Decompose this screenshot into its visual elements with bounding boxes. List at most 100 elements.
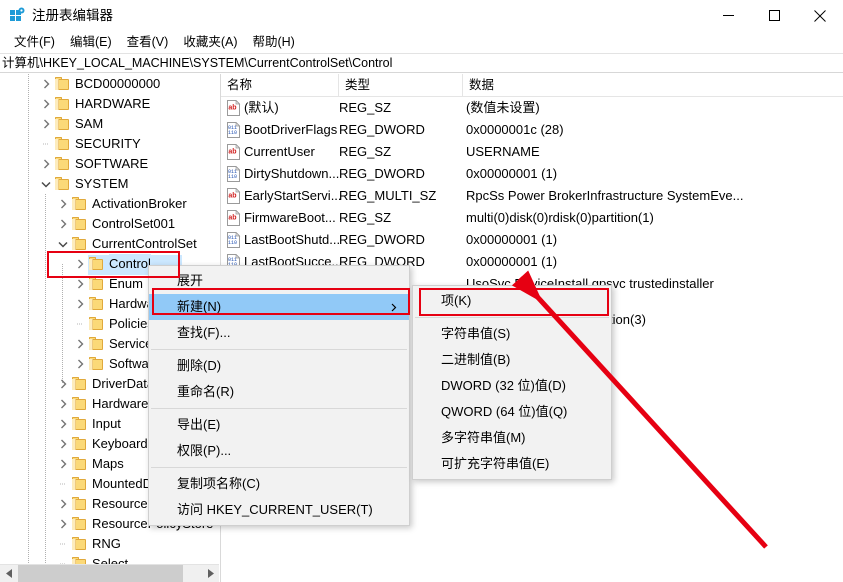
scroll-left-arrow-icon[interactable] <box>0 565 17 582</box>
cell-data: 0x00000001 (1) <box>466 251 557 273</box>
column-type[interactable]: 类型 <box>339 74 463 96</box>
cell-type: REG_MULTI_SZ <box>339 185 436 207</box>
chevron-right-icon[interactable] <box>55 374 71 394</box>
binary-value-icon: 011110 <box>226 232 241 248</box>
ctx-rename[interactable]: 重命名(R) <box>149 379 409 405</box>
cell-type: REG_SZ <box>339 207 391 229</box>
chevron-right-icon[interactable] <box>38 154 54 174</box>
submenu-binary-value[interactable]: 二进制值(B) <box>413 347 611 373</box>
cell-data: 0x00000001 (1) <box>466 229 557 251</box>
maximize-button[interactable] <box>751 0 797 31</box>
chevron-right-icon[interactable] <box>55 394 71 414</box>
column-data[interactable]: 数据 <box>463 74 843 96</box>
chevron-down-icon[interactable] <box>55 234 71 254</box>
minimize-button[interactable] <box>705 0 751 31</box>
ctx-copy-key-name[interactable]: 复制项名称(C) <box>149 471 409 497</box>
chevron-down-icon[interactable] <box>38 174 54 194</box>
chevron-right-icon[interactable] <box>72 334 88 354</box>
context-menu-item-label: 权限(P)... <box>177 443 231 458</box>
tree-item-system[interactable]: SYSTEM <box>0 174 206 194</box>
menu-view[interactable]: 查看(V) <box>120 32 177 52</box>
tree-item-content: ActivationBroker <box>55 194 187 214</box>
ctx-export[interactable]: 导出(E) <box>149 412 409 438</box>
ctx-expand[interactable]: 展开 <box>149 268 409 294</box>
table-row[interactable]: ab(默认)REG_SZ(数值未设置) <box>221 97 843 119</box>
column-name[interactable]: 名称 <box>221 74 339 96</box>
cell-data: multi(0)disk(0)rdisk(0)partition(1) <box>466 207 654 229</box>
tree-item-rng[interactable]: RNG <box>0 534 206 554</box>
chevron-right-icon[interactable] <box>72 294 88 314</box>
folder-icon <box>54 77 70 91</box>
submenu-expandable-string-value[interactable]: 可扩充字符串值(E) <box>413 451 611 477</box>
context-menu[interactable]: 展开新建(N) 查找(F)... 删除(D)重命名(R) 导出(E) 权限(P)... 复… <box>148 265 410 526</box>
folder-icon <box>71 517 87 531</box>
tree-item-security[interactable]: SECURITY <box>0 134 206 154</box>
table-row[interactable]: 011110BootDriverFlagsREG_DWORD0x0000001c… <box>221 119 843 141</box>
submenu-dword-value[interactable]: DWORD (32 位)值(D) <box>413 373 611 399</box>
tree-item-currentcontrolset[interactable]: CurrentControlSet <box>0 234 206 254</box>
menu-help[interactable]: 帮助(H) <box>245 32 302 52</box>
close-button[interactable] <box>797 0 843 31</box>
context-menu-item-label: 访问 HKEY_CURRENT_USER(T) <box>177 502 373 517</box>
table-row[interactable]: abCurrentUserREG_SZUSERNAME <box>221 141 843 163</box>
chevron-right-icon[interactable] <box>55 434 71 454</box>
submenu-key[interactable]: 项(K) <box>413 288 611 314</box>
tree-item-bcd00000000[interactable]: BCD00000000 <box>0 74 206 94</box>
scroll-right-arrow-icon[interactable] <box>202 565 219 582</box>
chevron-right-icon[interactable] <box>38 114 54 134</box>
submenu-qword-value[interactable]: QWORD (64 位)值(Q) <box>413 399 611 425</box>
tree-horizontal-scrollbar[interactable] <box>0 564 219 582</box>
chevron-right-icon[interactable] <box>72 254 88 274</box>
tree-item-content: DriverData <box>55 374 154 394</box>
table-row[interactable]: abEarlyStartServi...REG_MULTI_SZRpcSs Po… <box>221 185 843 207</box>
folder-icon <box>54 137 70 151</box>
chevron-right-icon[interactable] <box>38 94 54 114</box>
ctx-find[interactable]: 查找(F)... <box>149 320 409 346</box>
chevron-right-icon[interactable] <box>55 214 71 234</box>
chevron-right-icon[interactable] <box>72 274 88 294</box>
tree-item-content: BCD00000000 <box>38 74 160 94</box>
tree-item-hardware[interactable]: HARDWARE <box>0 94 206 114</box>
tree-item-label: Control <box>109 254 151 274</box>
chevron-right-icon[interactable] <box>55 414 71 434</box>
submenu-string-value[interactable]: 字符串值(S) <box>413 321 611 347</box>
menu-edit[interactable]: 编辑(E) <box>63 32 120 52</box>
tree-guide-line <box>45 194 46 564</box>
tree-item-select[interactable]: Select <box>0 554 206 564</box>
tree-item-sam[interactable]: SAM <box>0 114 206 134</box>
cell-type: REG_DWORD <box>339 119 425 141</box>
table-row[interactable]: 011110DirtyShutdown...REG_DWORD0x0000000… <box>221 163 843 185</box>
tree-item-software[interactable]: SOFTWARE <box>0 154 206 174</box>
chevron-right-icon[interactable] <box>55 514 71 534</box>
tree-hscrollbar-thumb[interactable] <box>18 565 183 582</box>
address-bar[interactable]: 计算机\HKEY_LOCAL_MACHINE\SYSTEM\CurrentCon… <box>0 53 843 73</box>
chevron-right-icon[interactable] <box>38 74 54 94</box>
folder-icon <box>71 197 87 211</box>
chevron-right-icon[interactable] <box>72 354 88 374</box>
menu-file[interactable]: 文件(F) <box>7 32 63 52</box>
context-menu-item-label: 查找(F)... <box>177 325 230 340</box>
folder-icon <box>71 557 87 564</box>
chevron-right-icon[interactable] <box>55 194 71 214</box>
table-row[interactable]: abFirmwareBoot...REG_SZmulti(0)disk(0)rd… <box>221 207 843 229</box>
folder-icon <box>71 497 87 511</box>
chevron-right-icon[interactable] <box>55 454 71 474</box>
tree-item-label: SOFTWARE <box>75 154 148 174</box>
ctx-delete[interactable]: 删除(D) <box>149 353 409 379</box>
folder-icon <box>71 437 87 451</box>
table-row[interactable]: 011110LastBootShutd...REG_DWORD0x0000000… <box>221 229 843 251</box>
ctx-goto-hkcu[interactable]: 访问 HKEY_CURRENT_USER(T) <box>149 497 409 523</box>
address-path: 计算机\HKEY_LOCAL_MACHINE\SYSTEM\CurrentCon… <box>0 54 392 72</box>
ctx-new[interactable]: 新建(N) <box>149 294 409 320</box>
folder-icon <box>88 337 104 351</box>
tree-item-label: Service <box>109 334 152 354</box>
chevron-right-icon[interactable] <box>55 494 71 514</box>
ctx-permissions[interactable]: 权限(P)... <box>149 438 409 464</box>
context-menu-separator <box>151 349 407 350</box>
submenu-multi-string-value[interactable]: 多字符串值(M) <box>413 425 611 451</box>
tree-item-activationbroker[interactable]: ActivationBroker <box>0 194 206 214</box>
folder-icon <box>88 257 104 271</box>
menu-favorites[interactable]: 收藏夹(A) <box>176 32 245 52</box>
tree-item-controlset001[interactable]: ControlSet001 <box>0 214 206 234</box>
new-submenu[interactable]: 项(K) 字符串值(S)二进制值(B)DWORD (32 位)值(D)QWORD … <box>412 285 612 480</box>
